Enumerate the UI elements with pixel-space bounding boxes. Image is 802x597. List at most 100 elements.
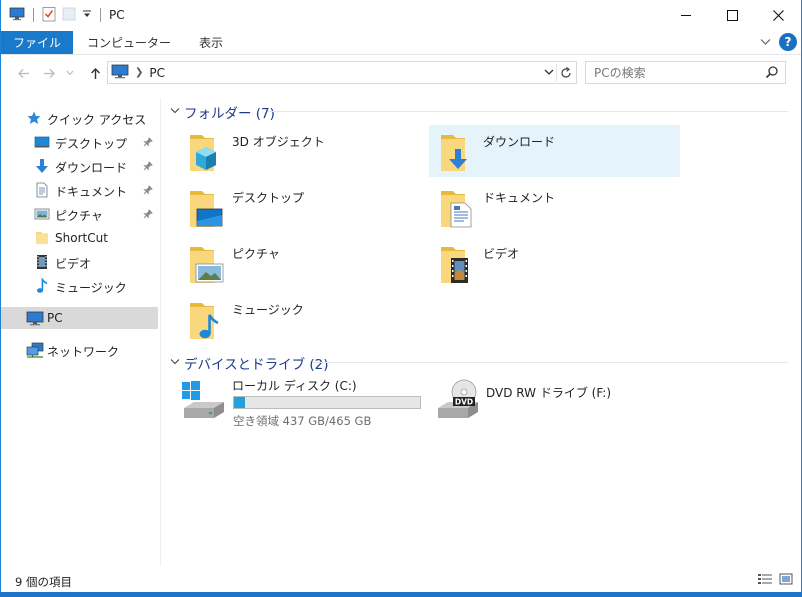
- folder-tile-desktop[interactable]: デスクトップ: [178, 181, 429, 233]
- navigation-pane: クイック アクセス デスクトップ ダウンロード ドキュメント ピクチャ Shor…: [1, 98, 161, 566]
- window-controls: [663, 0, 801, 30]
- pc-icon: [26, 310, 44, 326]
- breadcrumb-chevron-icon[interactable]: ❯: [135, 67, 143, 78]
- download-icon: [34, 158, 50, 174]
- picture-icon: [34, 206, 50, 222]
- close-button[interactable]: [755, 0, 801, 30]
- content-pane: フォルダー (7) 3D オブジェクト ダウンロード デスクトップ ドキュメント…: [164, 98, 792, 566]
- drive-usage-bar: [233, 396, 421, 409]
- drive-label: ローカル ディスク (C:): [232, 379, 357, 393]
- nav-item-desktop[interactable]: デスクトップ: [1, 131, 158, 153]
- folder-label: ダウンロード: [483, 135, 556, 149]
- tab-view[interactable]: 表示: [185, 31, 237, 54]
- folder-tile-videos[interactable]: ビデオ: [429, 237, 680, 289]
- pin-icon[interactable]: [143, 136, 153, 150]
- collapse-chevron-icon[interactable]: [170, 104, 180, 118]
- nav-item-pictures[interactable]: ピクチャ: [1, 203, 158, 225]
- breadcrumb-pc[interactable]: PC: [149, 66, 165, 80]
- windows-drive-icon: [180, 378, 228, 422]
- folder-tile-pictures[interactable]: ピクチャ: [178, 237, 429, 289]
- svg-text:DVD: DVD: [455, 398, 473, 407]
- search-icon[interactable]: [765, 65, 779, 82]
- up-button[interactable]: [85, 63, 105, 83]
- pin-icon[interactable]: [143, 184, 153, 198]
- address-bar[interactable]: ❯ PC: [107, 61, 577, 84]
- address-dropdown-icon[interactable]: [544, 65, 554, 82]
- nav-item-label: ドキュメント: [55, 185, 128, 199]
- group-title: デバイスとドライブ (2): [184, 357, 329, 373]
- nav-item-videos[interactable]: ビデオ: [1, 251, 158, 273]
- group-divider: [268, 111, 788, 112]
- folder-label: 3D オブジェクト: [232, 135, 325, 149]
- nav-item-label: クイック アクセス: [47, 113, 147, 127]
- nav-item-network[interactable]: ネットワーク: [1, 339, 158, 361]
- pin-icon[interactable]: [143, 160, 153, 174]
- drive-tile-local-disk-c[interactable]: ローカル ディスク (C:) 空き領域 437 GB/465 GB: [180, 376, 430, 428]
- folder-label: ピクチャ: [232, 247, 280, 261]
- documents-folder-icon: [435, 185, 479, 231]
- large-icons-view-icon[interactable]: [779, 573, 793, 588]
- music-folder-icon: [184, 297, 228, 343]
- drive-label: DVD RW ドライブ (F:): [486, 386, 612, 400]
- drive-usage-fill: [234, 397, 246, 408]
- nav-item-label: デスクトップ: [55, 137, 128, 151]
- folder-label: ビデオ: [483, 247, 520, 261]
- window-title: PC: [109, 8, 125, 22]
- pc-icon: [111, 64, 129, 82]
- nav-item-label: ミュージック: [55, 281, 127, 295]
- navigation-bar: ❯ PC PCの検索: [1, 61, 801, 85]
- expand-ribbon-icon[interactable]: [760, 35, 771, 49]
- downloads-folder-icon: [435, 129, 479, 175]
- new-folder-icon[interactable]: [62, 7, 76, 24]
- star-icon: [26, 110, 42, 126]
- minimize-button[interactable]: [663, 0, 709, 30]
- music-icon: [34, 276, 50, 294]
- pin-icon[interactable]: [143, 208, 153, 222]
- properties-icon[interactable]: [42, 6, 56, 25]
- group-header-drives[interactable]: デバイスとドライブ (2): [168, 350, 788, 373]
- group-divider: [312, 362, 788, 363]
- qat-dropdown-icon[interactable]: [82, 8, 92, 22]
- nav-item-label: ビデオ: [55, 257, 92, 271]
- tab-file[interactable]: ファイル: [1, 31, 74, 54]
- help-icon[interactable]: ?: [779, 33, 797, 51]
- maximize-icon: [726, 9, 738, 21]
- maximize-button[interactable]: [709, 0, 755, 30]
- videos-folder-icon: [435, 241, 479, 287]
- close-icon: [772, 9, 784, 21]
- folder-tile-music[interactable]: ミュージック: [178, 293, 429, 345]
- recent-locations-button[interactable]: [63, 63, 77, 83]
- nav-item-documents[interactable]: ドキュメント: [1, 179, 158, 201]
- title-bar: PC: [1, 0, 801, 30]
- nav-item-music[interactable]: ミュージック: [1, 275, 158, 297]
- collapse-chevron-icon[interactable]: [170, 355, 180, 369]
- pc-icon[interactable]: [9, 7, 25, 24]
- forward-button[interactable]: [39, 63, 59, 83]
- folder-tile-3d-objects[interactable]: 3D オブジェクト: [178, 125, 429, 177]
- quick-access-toolbar: [1, 6, 103, 25]
- item-count: 9 個の項目: [15, 575, 72, 589]
- nav-quick-access[interactable]: クイック アクセス: [1, 107, 158, 129]
- nav-item-shortcut[interactable]: ShortCut: [1, 227, 158, 249]
- document-icon: [34, 182, 50, 198]
- ribbon-tabs: ファイル コンピューター 表示 ?: [1, 31, 801, 55]
- nav-item-downloads[interactable]: ダウンロード: [1, 155, 158, 177]
- taskbar-strip: [0, 592, 802, 597]
- folder-tile-downloads[interactable]: ダウンロード: [429, 125, 680, 177]
- pictures-folder-icon: [184, 241, 228, 287]
- back-arrow-icon: [17, 68, 29, 78]
- drive-tile-dvd-rw-f[interactable]: DVD DVD RW ドライブ (F:): [434, 376, 684, 426]
- back-button[interactable]: [13, 63, 33, 83]
- search-input[interactable]: PCの検索: [585, 61, 786, 84]
- nav-item-pc[interactable]: PC: [1, 307, 158, 329]
- folder-tile-documents[interactable]: ドキュメント: [429, 181, 680, 233]
- refresh-button[interactable]: [556, 64, 574, 82]
- group-header-folders[interactable]: フォルダー (7): [168, 99, 788, 122]
- refresh-icon: [560, 67, 571, 78]
- folder-label: デスクトップ: [232, 191, 305, 205]
- nav-item-label: PC: [47, 311, 63, 325]
- minimize-icon: [681, 15, 691, 16]
- chevron-down-icon: [66, 70, 74, 76]
- details-view-icon[interactable]: [757, 573, 773, 588]
- tab-computer[interactable]: コンピューター: [73, 31, 185, 54]
